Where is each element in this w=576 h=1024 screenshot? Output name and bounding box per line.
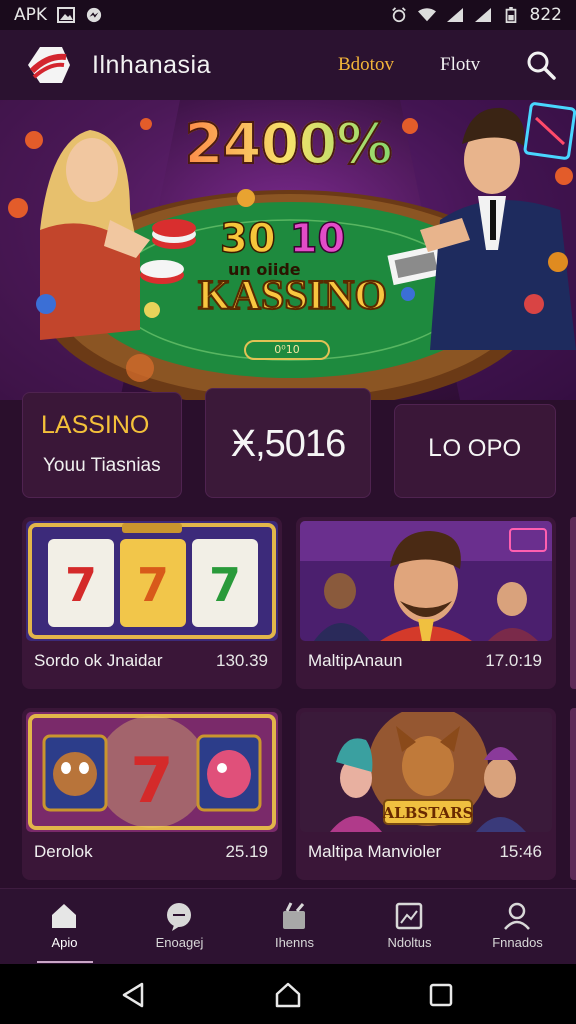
game-name: Derolok <box>34 842 93 861</box>
hero-banner[interactable]: 2400% 30 10 un oiide KASSINO 0⁰10 <box>0 100 576 400</box>
back-icon[interactable] <box>118 980 148 1010</box>
hero-title: KASSINO <box>197 272 388 320</box>
hero-percent: 2400% <box>0 111 576 178</box>
nav-tab-media[interactable]: Ndoltus <box>352 889 467 965</box>
stat-card-subtitle: Youu Tiasnias <box>43 455 161 476</box>
status-time: 822 <box>529 5 562 25</box>
game-thumbnail-slot-animals: 7 <box>26 712 278 832</box>
stat-card-value[interactable]: Ӿ,5016 <box>205 388 371 498</box>
game-name: Sordo ok Jnaidar <box>34 651 163 670</box>
image-icon <box>57 7 76 23</box>
nav-tab-profile[interactable]: Fnnados <box>460 889 575 965</box>
status-left-text: APK <box>14 5 48 25</box>
bottom-navigation: Apio Enoagej Ihenns Ndoltus Fnnados <box>0 888 576 964</box>
nav-tab-games[interactable]: Ihenns <box>237 889 352 965</box>
nav-tab-messages[interactable]: Enoagej <box>122 889 237 965</box>
brand-name: Ilnhanasia <box>92 50 211 79</box>
stat-card-title: LASSINO <box>41 411 150 439</box>
next-card-peek[interactable] <box>570 708 576 880</box>
games-icon <box>283 902 305 929</box>
app-logo[interactable] <box>22 43 72 87</box>
nav-tab-label: Apio <box>51 935 78 950</box>
nav-tab-label: Ihenns <box>274 935 315 950</box>
game-name: Maltipa Manvioler <box>308 842 442 861</box>
game-meta: 130.39 <box>216 651 268 670</box>
hero-number-1: 30 <box>219 215 276 263</box>
search-icon[interactable] <box>526 50 556 80</box>
stat-card-lopo[interactable]: ᏞO OPO <box>394 404 556 498</box>
stat-card-amount: Ӿ,5016 <box>230 423 346 465</box>
game-meta: 17.0:19 <box>485 651 542 670</box>
game-card[interactable]: 7 Derolok 25.19 <box>22 708 282 880</box>
wifi-icon <box>417 8 436 22</box>
active-tab-indicator <box>37 961 93 963</box>
app-header: Ilnhanasia Bdotov Flotv <box>0 30 576 100</box>
chat-icon <box>167 903 191 931</box>
stat-card-label: ᏞO OPO <box>428 435 522 462</box>
nav-tab-label: Enoagej <box>155 935 204 950</box>
status-bar: APK 822 <box>0 0 576 30</box>
stat-card-lassino[interactable]: LASSINO Youu Tiasnias <box>22 392 182 498</box>
signal-icon <box>446 8 463 22</box>
hero-badge: 0⁰10 <box>244 340 330 360</box>
game-meta: 15:46 <box>499 842 542 861</box>
game-card[interactable]: 7 7 7 Sordo ok Jnaidar 130.39 <box>22 517 282 689</box>
svg-text:7: 7 <box>209 558 241 612</box>
home-button-icon[interactable] <box>273 980 303 1010</box>
hero-number-2: 10 <box>289 215 346 263</box>
svg-text:7: 7 <box>137 558 169 612</box>
svg-text:7: 7 <box>65 558 97 612</box>
image-icon <box>395 902 423 930</box>
game-thumbnail-adventure: ALBSTARS <box>300 712 552 832</box>
battery-icon <box>505 7 516 23</box>
system-navigation-bar <box>0 964 576 1024</box>
nav-tab-label: Ndoltus <box>387 935 432 950</box>
hero-numbers: 30 10 <box>219 215 346 263</box>
nav-link-bdotov[interactable]: Bdotov <box>338 54 394 76</box>
next-card-peek[interactable] <box>570 517 576 689</box>
alarm-icon <box>391 7 406 23</box>
game-meta: 25.19 <box>225 842 268 861</box>
game-name: MaltipAnaun <box>308 651 403 670</box>
game-thumbnail-slot-777: 7 7 7 <box>26 521 278 641</box>
messenger-icon <box>86 7 102 23</box>
nav-link-flotv[interactable]: Flotv <box>440 54 480 76</box>
signal-icon <box>474 8 491 22</box>
svg-text:7: 7 <box>130 744 173 817</box>
svg-text:ALBSTARS: ALBSTARS <box>382 804 474 822</box>
nav-tab-home[interactable]: Apio <box>7 889 122 965</box>
recents-icon[interactable] <box>426 980 456 1010</box>
game-card[interactable]: ALBSTARS Maltipa Manvioler 15:46 <box>296 708 556 880</box>
nav-tab-label: Fnnados <box>492 935 543 950</box>
game-thumbnail-casino-characters <box>300 521 552 641</box>
home-icon <box>52 904 76 928</box>
profile-icon <box>504 902 530 930</box>
game-card[interactable]: MaltipAnaun 17.0:19 <box>296 517 556 689</box>
